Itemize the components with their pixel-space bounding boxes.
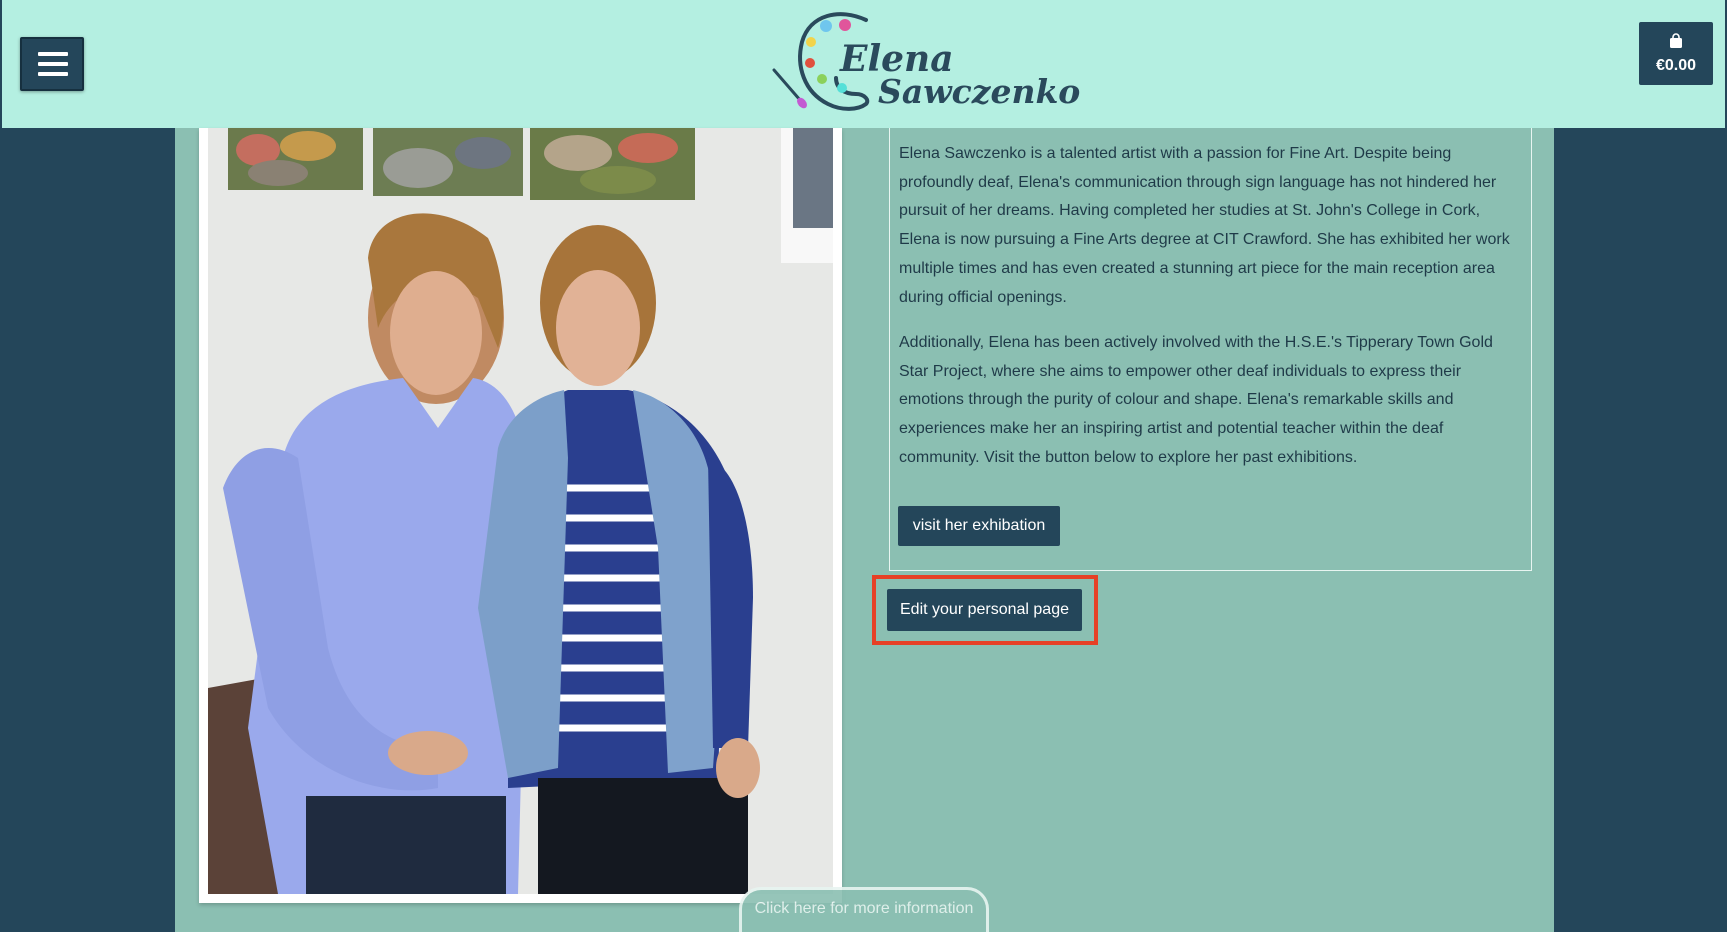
main-content: Elena Sawczenko is a talented artist wit… [175, 128, 1554, 932]
edit-personal-page-button[interactable]: Edit your personal page [887, 589, 1082, 631]
profile-photo [208, 128, 833, 894]
cart-total: €0.00 [1655, 57, 1697, 74]
site-logo[interactable]: Elena Sawczenko [770, 8, 1080, 120]
page: Elena Sawczenko €0.00 Elena Sawczenko is… [0, 0, 1727, 932]
menu-button[interactable] [20, 37, 84, 91]
edit-button-highlight: Edit your personal page [872, 575, 1098, 645]
site-header: Elena Sawczenko €0.00 [2, 0, 1725, 128]
logo-text-last-name: Sawczenko [878, 72, 1081, 111]
bio-paragraph-1: Elena Sawczenko is a talented artist wit… [899, 145, 1510, 306]
biography-panel: Elena Sawczenko is a talented artist wit… [889, 128, 1532, 571]
cart-button[interactable]: €0.00 [1639, 22, 1713, 85]
visit-exhibition-button[interactable]: visit her exhibation [898, 506, 1060, 546]
more-info-tab[interactable]: Click here for more information [739, 887, 989, 932]
profile-photo-frame [199, 128, 842, 903]
bio-paragraph-2: Additionally, Elena has been actively in… [899, 334, 1493, 466]
shopping-bag-icon [1670, 33, 1682, 48]
hamburger-menu-icon [38, 52, 68, 56]
